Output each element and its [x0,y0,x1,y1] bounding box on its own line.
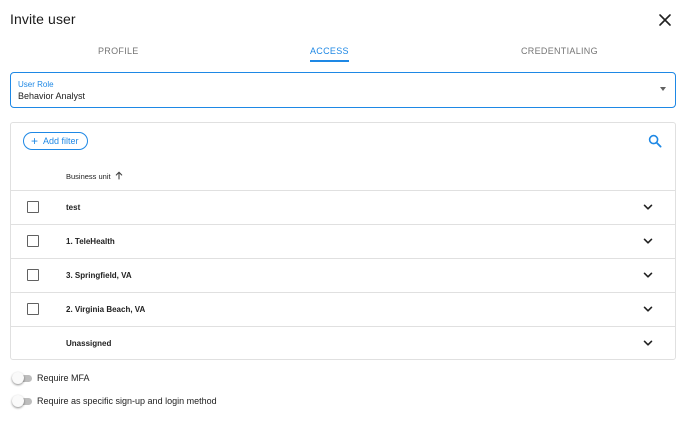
row-checkbox[interactable] [27,303,39,315]
table-row: Unassigned [11,326,675,360]
chevron-down-icon[interactable] [642,303,654,315]
close-icon [659,14,671,26]
business-unit-name: 2. Virginia Beach, VA [66,305,146,314]
column-header-business-unit[interactable]: Business unit [66,169,123,183]
user-role-value: Behavior Analyst [18,91,86,101]
search-button[interactable] [648,134,662,148]
tab-profile[interactable]: PROFILE [98,38,139,66]
invite-user-dialog: Invite user PROFILE ACCESS CREDENTIALING… [0,0,688,432]
require-mfa-toggle[interactable] [12,372,33,384]
caret-down-icon [660,87,666,91]
business-unit-name: test [66,203,81,212]
add-filter-label: Add filter [43,136,79,146]
arrow-up-icon [115,171,123,182]
active-tab-indicator [310,60,349,62]
chevron-down-icon[interactable] [642,337,654,349]
tab-access[interactable]: ACCESS [310,38,349,66]
business-unit-name: 3. Springfield, VA [66,271,132,280]
add-filter-button[interactable]: + Add filter [23,132,88,150]
toggle-thumb [12,372,24,384]
user-role-label: User Role [18,80,54,89]
tab-credentialing[interactable]: CREDENTIALING [521,38,598,66]
require-signup-method-label: Require as specific sign-up and login me… [37,396,217,406]
user-role-select[interactable]: User Role Behavior Analyst [10,72,676,108]
require-mfa-row: Require MFA [12,371,90,385]
tab-bar: PROFILE ACCESS CREDENTIALING [0,38,688,66]
dialog-title: Invite user [10,11,76,27]
table-row: 2. Virginia Beach, VA [11,292,675,326]
business-unit-name: Unassigned [66,339,112,348]
tab-label: ACCESS [310,46,349,56]
business-unit-name: 1. TeleHealth [66,237,115,246]
require-signup-method-row: Require as specific sign-up and login me… [12,394,217,408]
plus-icon: + [31,134,39,148]
table-row: 3. Springfield, VA [11,258,675,292]
chevron-down-icon[interactable] [642,201,654,213]
table-row: test [11,190,675,224]
table-row: 1. TeleHealth [11,224,675,258]
chevron-down-icon[interactable] [642,235,654,247]
tab-label: PROFILE [98,46,139,56]
column-header-label: Business unit [66,171,111,181]
search-icon [648,134,662,148]
row-checkbox[interactable] [27,201,39,213]
require-mfa-label: Require MFA [37,373,90,383]
row-checkbox[interactable] [27,235,39,247]
toggle-thumb [12,395,24,407]
close-button[interactable] [656,11,674,29]
chevron-down-icon[interactable] [642,269,654,281]
business-unit-table-card: + Add filter Business unit test 1. TeleH… [10,122,676,360]
row-checkbox[interactable] [27,269,39,281]
require-signup-method-toggle[interactable] [12,395,33,407]
tab-label: CREDENTIALING [521,46,598,56]
